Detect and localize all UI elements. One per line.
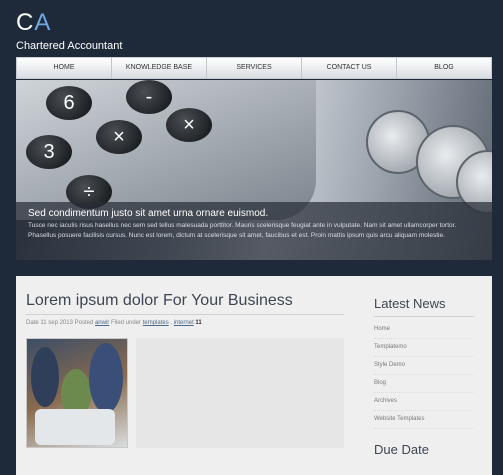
calculator-key: 3 bbox=[26, 135, 72, 169]
image-placeholder bbox=[136, 338, 344, 448]
comment-count[interactable]: 11 bbox=[195, 320, 201, 326]
hero-slider: 6 - 3 × × ÷ Sed condimentum justo sit am… bbox=[16, 80, 492, 260]
content-area: Lorem ipsum dolor For Your Business Date… bbox=[16, 276, 492, 475]
sidebar-item-archives[interactable]: Archives bbox=[374, 393, 474, 411]
calculator-key: × bbox=[96, 120, 142, 154]
sidebar-item-style-demo[interactable]: Style Demo bbox=[374, 357, 474, 375]
calculator-image: 6 - 3 × × ÷ bbox=[16, 80, 316, 220]
person-figure bbox=[31, 347, 59, 407]
category-link[interactable]: templates bbox=[143, 320, 169, 326]
person-figure bbox=[89, 343, 123, 413]
post-date: Date 11 sep 2013 bbox=[26, 320, 73, 326]
logo-letter-c: C bbox=[16, 9, 35, 36]
divider bbox=[26, 314, 344, 315]
logo-subtitle: Chartered Accountant bbox=[16, 40, 123, 52]
sidebar-item-templatemo[interactable]: Templatemo bbox=[374, 339, 474, 357]
nav-blog[interactable]: BLOG bbox=[397, 58, 491, 78]
main-nav: HOME KNOWLEDGE BASE SERVICES CONTACT US … bbox=[16, 57, 492, 79]
filed-label: Filed under bbox=[110, 320, 142, 326]
sidebar-item-home[interactable]: Home bbox=[374, 321, 474, 339]
logo-mark: CA bbox=[16, 10, 122, 36]
post-title[interactable]: Lorem ipsum dolor For Your Business bbox=[26, 292, 293, 310]
table-papers bbox=[35, 409, 115, 445]
sidebar-list: Home Templatemo Style Demo Blog Archives… bbox=[374, 321, 474, 429]
category-link[interactable]: internet bbox=[174, 320, 194, 326]
sidebar-title-due-date: Due Date bbox=[374, 442, 429, 457]
site-logo[interactable]: CA Chartered Accountant bbox=[16, 10, 123, 53]
hero-title: Sed condimentum justo sit amet urna orna… bbox=[28, 208, 269, 219]
logo-letter-a: A bbox=[34, 9, 52, 36]
nav-services[interactable]: SERVICES bbox=[207, 58, 302, 78]
nav-contact-us[interactable]: CONTACT US bbox=[302, 58, 397, 78]
sidebar-title: Latest News bbox=[374, 296, 446, 311]
calculator-key: - bbox=[126, 80, 172, 114]
nav-knowledge-base[interactable]: KNOWLEDGE BASE bbox=[112, 58, 207, 78]
sidebar-item-website-templates[interactable]: Website Templates bbox=[374, 411, 474, 429]
posted-label: Posted bbox=[74, 320, 94, 326]
divider bbox=[374, 316, 474, 317]
post-image bbox=[26, 338, 128, 448]
nav-home[interactable]: HOME bbox=[17, 58, 112, 78]
calculator-key: 6 bbox=[46, 86, 92, 120]
author-link[interactable]: anwir bbox=[95, 320, 109, 326]
hero-text: Tusce nec iaculis risus hasellus nec sem… bbox=[28, 222, 457, 239]
sidebar-item-blog[interactable]: Blog bbox=[374, 375, 474, 393]
calculator-key: × bbox=[166, 108, 212, 142]
hero-caption: Sed condimentum justo sit amet urna orna… bbox=[16, 202, 492, 260]
post-meta: Date 11 sep 2013 Posted anwir Filed unde… bbox=[26, 320, 202, 326]
